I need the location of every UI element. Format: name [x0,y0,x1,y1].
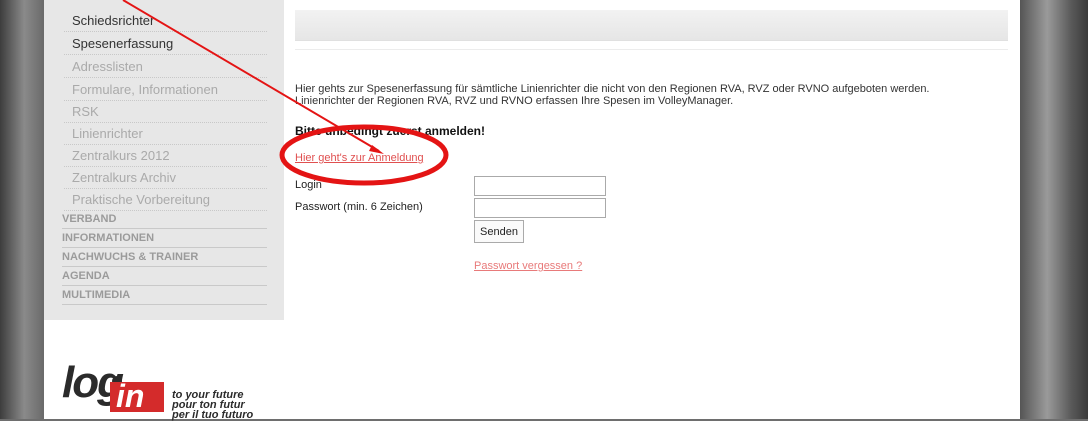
sidebar-item-schiedsrichter[interactable]: Schiedsrichter [64,10,267,32]
login-logo[interactable]: log in to your future pour ton futur per… [62,358,262,421]
sidebar: Schiedsrichter Spesenerfassung Adresslis… [44,0,284,320]
login-input[interactable] [474,176,606,196]
nav-agenda[interactable]: AGENDA [62,267,267,286]
nav-verband[interactable]: VERBAND [62,210,267,229]
page: Schiedsrichter Spesenerfassung Adresslis… [44,0,1020,421]
nav-informationen[interactable]: INFORMATIONEN [62,229,267,248]
forgot-password-link[interactable]: Passwort vergessen ? [474,260,582,272]
sidebar-item-spesenerfassung[interactable]: Spesenerfassung [64,33,267,55]
sidebar-item-praktische-vorbereitung[interactable]: Praktische Vorbereitung [64,189,267,211]
nav-multimedia[interactable]: MULTIMEDIA [62,286,267,305]
password-input[interactable] [474,198,606,218]
login-warning: Bitte unbedingt zuerst anmelden! [295,124,486,138]
sidebar-item-zentralkurs-2012[interactable]: Zentralkurs 2012 [64,145,267,167]
sidebar-item-adresslisten[interactable]: Adresslisten [64,56,267,78]
sidebar-item-linienrichter[interactable]: Linienrichter [64,123,267,145]
sidebar-item-formulare[interactable]: Formulare, Informationen [64,79,267,101]
submit-button[interactable]: Senden [474,220,524,243]
header-banner [295,10,1008,41]
logo-tagline: to your future pour ton futur per il tuo… [172,389,254,421]
background-right [1020,0,1088,419]
nav-nachwuchs-trainer[interactable]: NACHWUCHS & TRAINER [62,248,267,267]
password-label: Passwort (min. 6 Zeichen) [295,201,423,213]
intro-text: Hier gehts zur Spesenerfassung für sämtl… [295,83,930,107]
sidebar-item-rsk[interactable]: RSK [64,101,267,123]
background-left [0,0,44,419]
login-label: Login [295,179,322,191]
divider [295,49,1008,50]
sidebar-item-zentralkurs-archiv[interactable]: Zentralkurs Archiv [64,167,267,189]
registration-link[interactable]: Hier geht's zur Anmeldung [295,152,424,164]
